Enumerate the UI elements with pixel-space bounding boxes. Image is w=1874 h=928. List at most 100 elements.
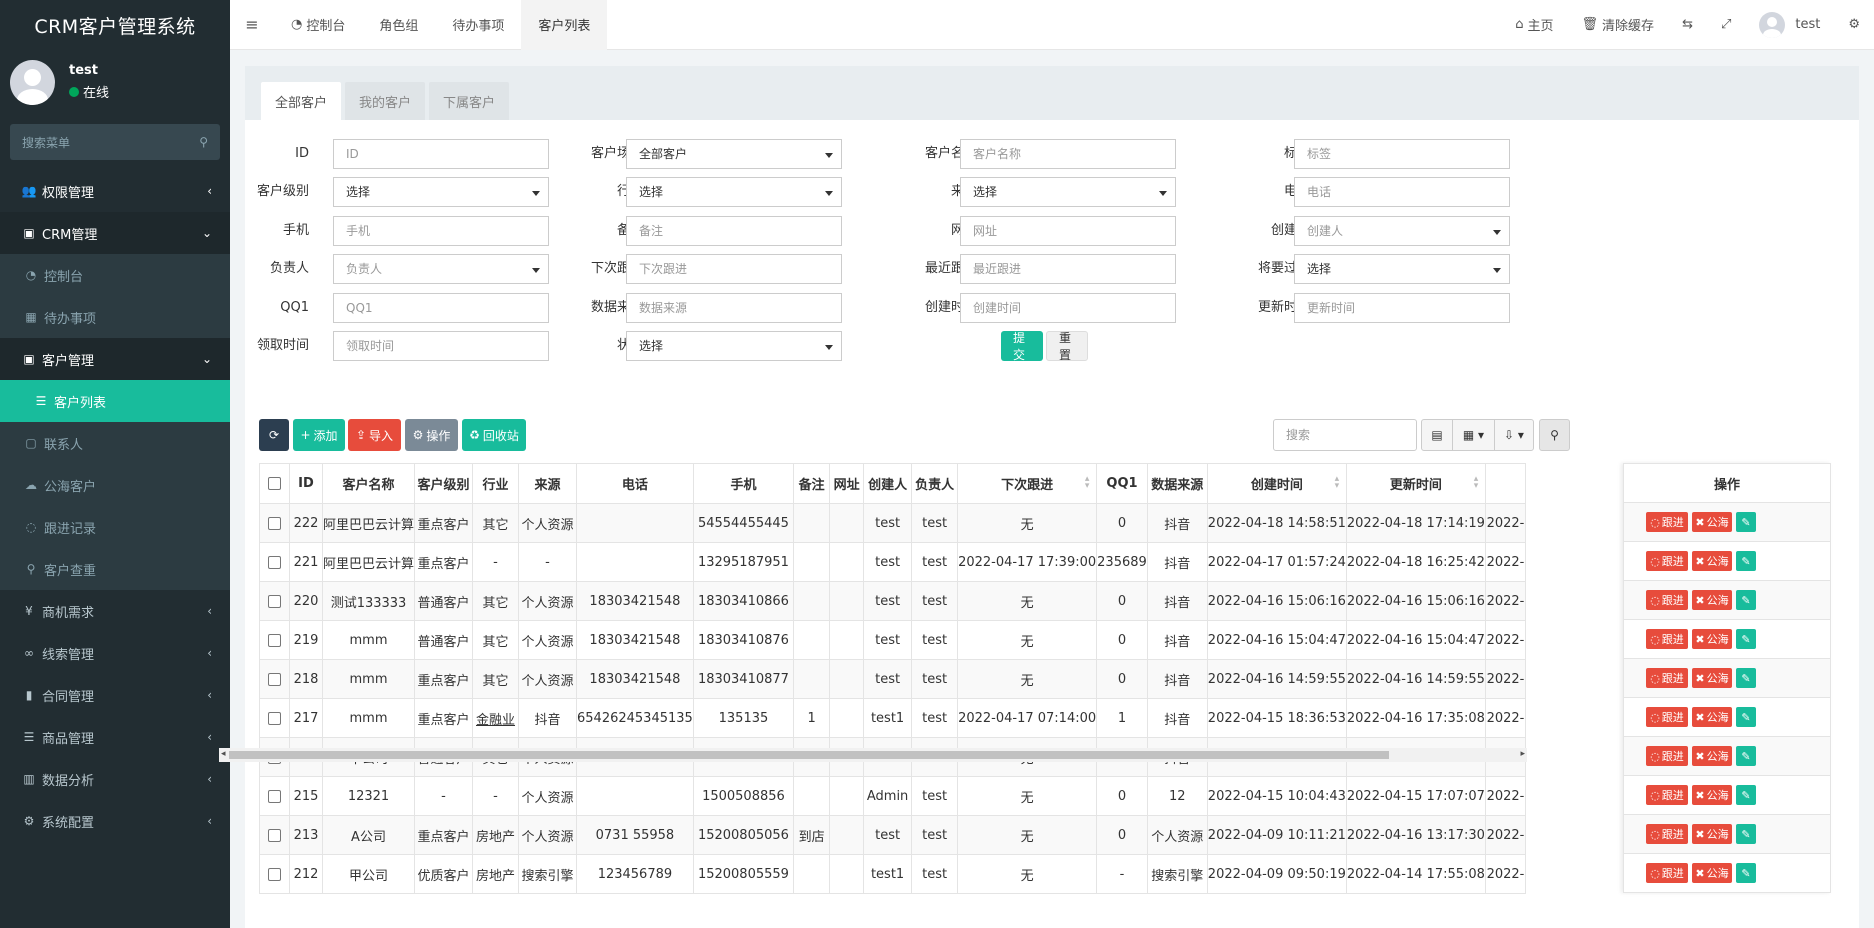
tab-todo[interactable]: 待办事项	[435, 0, 521, 50]
fullscreen-icon[interactable]: ⤢	[1707, 17, 1745, 32]
form-input[interactable]: 手机	[333, 216, 549, 246]
row-checkbox[interactable]	[259, 542, 290, 582]
table-row[interactable]: 220 测试133333 普通客户 其它 个人资源 18303421548 18303410…	[259, 581, 1526, 621]
sidebar-item-leads[interactable]: ∞ 线索管理 ‹	[0, 632, 230, 674]
table-row[interactable]: 213 A公司 重点客户 房地产 个人资源 0731 55958 15200805056 到店…	[259, 815, 1526, 855]
table-row[interactable]: 218 mmm 重点客户 其它 个人资源 18303421548 18303410877 te…	[259, 659, 1526, 699]
form-input[interactable]: 客户名称	[960, 139, 1176, 169]
recycle-bin-button[interactable]: ♻ 回收站	[462, 419, 526, 451]
settings-icon[interactable]: ⚙	[1834, 17, 1874, 32]
tab-customer-list[interactable]: 客户列表	[521, 0, 608, 50]
sidebar-item-settings[interactable]: ⚙ 系统配置 ‹	[0, 800, 230, 842]
edit-button[interactable]: ✎	[1736, 707, 1756, 727]
form-select[interactable]: 选择	[626, 331, 842, 361]
table-row[interactable]: 219 mmm 普通客户 其它 个人资源 18303421548 18303410876 te…	[259, 620, 1526, 660]
form-input[interactable]: ID	[333, 139, 549, 169]
edit-button[interactable]: ✎	[1736, 785, 1756, 805]
row-checkbox[interactable]	[259, 854, 290, 894]
clear-cache-button[interactable]: 🗑 清除缓存	[1568, 15, 1669, 34]
advanced-search-button[interactable]: ⚲	[1539, 419, 1570, 451]
table-row[interactable]: 222 阿里巴巴云计算 重点客户 其它 个人资源 54554455445 test test 无…	[259, 503, 1526, 543]
reset-button[interactable]: 重置	[1046, 331, 1088, 362]
edit-button[interactable]: ✎	[1736, 824, 1756, 844]
edit-button[interactable]: ✎	[1736, 512, 1756, 532]
move-to-public-button[interactable]: ✖ 公海	[1692, 590, 1732, 610]
table-row[interactable]: 215 12321- - 个人资源 1500508856 Admin test 无 0 12 202…	[259, 776, 1526, 816]
form-input[interactable]: 备注	[626, 216, 842, 246]
table-search-input[interactable]: 搜索	[1273, 419, 1417, 451]
sidebar-item-contacts[interactable]: ▢ 联系人	[0, 422, 230, 464]
edit-button[interactable]: ✎	[1736, 551, 1756, 571]
form-select[interactable]: 选择	[960, 177, 1176, 207]
form-select[interactable]: 选择	[1294, 254, 1510, 284]
row-checkbox[interactable]	[259, 815, 290, 855]
row-checkbox[interactable]	[259, 620, 290, 660]
follow-button[interactable]: ◌ 跟进	[1646, 512, 1688, 532]
form-input[interactable]: 最近跟进	[960, 254, 1176, 284]
move-to-public-button[interactable]: ✖ 公海	[1692, 512, 1732, 532]
table-row[interactable]: 212 甲公司 优质客户 房地产 搜索引擎 123456789 15200805559 tes…	[259, 854, 1526, 894]
follow-button[interactable]: ◌ 跟进	[1646, 707, 1688, 727]
follow-button[interactable]: ◌ 跟进	[1646, 785, 1688, 805]
sidebar-item-public-customers[interactable]: ☁ 公海客户	[0, 464, 230, 506]
form-input[interactable]: QQ1	[333, 293, 549, 323]
column-header[interactable]: 创建时间	[1206, 463, 1347, 504]
app-logo[interactable]: CRM客户管理系统	[0, 0, 230, 50]
scrollbar-thumb[interactable]	[229, 751, 1389, 759]
sidebar-item-opportunities[interactable]: ¥ 商机需求 ‹	[0, 590, 230, 632]
move-to-public-button[interactable]: ✖ 公海	[1692, 824, 1732, 844]
home-link[interactable]: ⌂ 主页	[1501, 15, 1567, 34]
move-to-public-button[interactable]: ✖ 公海	[1692, 785, 1732, 805]
move-to-public-button[interactable]: ✖ 公海	[1692, 863, 1732, 883]
row-checkbox[interactable]	[259, 581, 290, 621]
menu-toggle-icon[interactable]: ≡	[230, 15, 274, 34]
sidebar-item-follow-records[interactable]: ◌ 跟进记录	[0, 506, 230, 548]
form-input[interactable]: 更新时间	[1294, 293, 1510, 323]
horizontal-scrollbar[interactable]: ◂ ▸	[219, 748, 1527, 762]
operate-button[interactable]: ⚙ 操作	[405, 419, 458, 451]
subtab-sub-customers[interactable]: 下属客户	[429, 82, 510, 120]
sidebar-item-contracts[interactable]: ▮ 合同管理 ‹	[0, 674, 230, 716]
sidebar-item-customer-list[interactable]: ☰ 客户列表	[0, 380, 230, 422]
sidebar-item-products[interactable]: ☰ 商品管理 ‹	[0, 716, 230, 758]
follow-button[interactable]: ◌ 跟进	[1646, 629, 1688, 649]
edit-button[interactable]: ✎	[1736, 746, 1756, 766]
select-all-checkbox[interactable]	[259, 463, 290, 504]
form-select[interactable]: 全部客户	[626, 139, 842, 169]
subtab-all-customers[interactable]: 全部客户	[261, 82, 342, 120]
scroll-left-icon[interactable]: ◂	[221, 749, 226, 759]
tab-roles[interactable]: 角色组	[362, 0, 435, 50]
move-to-public-button[interactable]: ✖ 公海	[1692, 551, 1732, 571]
follow-button[interactable]: ◌ 跟进	[1646, 668, 1688, 688]
follow-button[interactable]: ◌ 跟进	[1646, 824, 1688, 844]
form-select[interactable]: 负责人	[333, 254, 549, 284]
follow-button[interactable]: ◌ 跟进	[1646, 746, 1688, 766]
submit-button[interactable]: 提交	[1001, 331, 1043, 362]
form-input[interactable]: 数据来源	[626, 293, 842, 323]
move-to-public-button[interactable]: ✖ 公海	[1692, 629, 1732, 649]
move-to-public-button[interactable]: ✖ 公海	[1692, 746, 1732, 766]
form-input[interactable]: 领取时间	[333, 331, 549, 361]
follow-button[interactable]: ◌ 跟进	[1646, 551, 1688, 571]
tab-dashboard[interactable]: ◔ 控制台	[274, 0, 362, 50]
table-row[interactable]: 221 阿里巴巴云计算 重点客户 - -13295187951 test test 2022-…	[259, 542, 1526, 582]
scroll-right-icon[interactable]: ▸	[1520, 749, 1525, 759]
edit-button[interactable]: ✎	[1736, 863, 1756, 883]
export-dropdown-button[interactable]: ⇩ ▾	[1494, 419, 1534, 451]
table-row[interactable]: 217 mmm 重点客户 金融业 抖音 65426245345135 135135 1 test…	[259, 698, 1526, 738]
edit-button[interactable]: ✎	[1736, 668, 1756, 688]
refresh-button[interactable]: ⟳	[259, 419, 289, 451]
edit-button[interactable]: ✎	[1736, 590, 1756, 610]
form-input[interactable]: 创建时间	[960, 293, 1176, 323]
follow-button[interactable]: ◌ 跟进	[1646, 863, 1688, 883]
user-menu[interactable]: test	[1745, 11, 1834, 38]
form-input[interactable]: 网址	[960, 216, 1176, 246]
row-checkbox[interactable]	[259, 503, 290, 543]
row-checkbox[interactable]	[259, 776, 290, 816]
move-to-public-button[interactable]: ✖ 公海	[1692, 668, 1732, 688]
form-input[interactable]: 电话	[1294, 177, 1510, 207]
row-checkbox[interactable]	[259, 659, 290, 699]
column-header[interactable]: 更新时间	[1345, 463, 1486, 504]
sidebar-item-customer-dedupe[interactable]: ⚲ 客户查重	[0, 548, 230, 590]
follow-button[interactable]: ◌ 跟进	[1646, 590, 1688, 610]
